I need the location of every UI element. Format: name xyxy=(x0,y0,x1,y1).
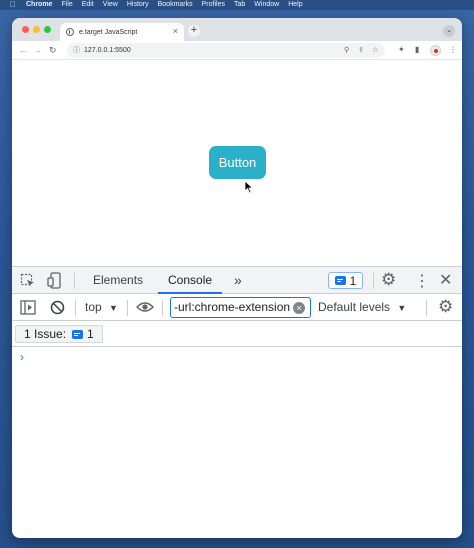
console-filter-input[interactable]: -url:chrome-extension xyxy=(170,297,311,318)
log-levels-select[interactable]: Default levels ▼ xyxy=(318,300,406,316)
tab-strip: e.target JavaScript × + ⌄ xyxy=(12,18,462,41)
side-panel-icon[interactable]: ▮ xyxy=(415,45,419,55)
reload-icon[interactable]: ↻ xyxy=(49,44,57,56)
caret-down-icon: ▼ xyxy=(109,303,118,313)
menubar-item-tab[interactable]: Tab xyxy=(234,0,245,10)
browser-window: e.target JavaScript × + ⌄ ← → ↻ ⓘ 127.0.… xyxy=(12,18,462,538)
menubar-item-file[interactable]: File xyxy=(61,0,72,10)
tab-close-icon[interactable]: × xyxy=(173,26,178,36)
clear-console-icon[interactable] xyxy=(50,300,65,315)
browser-tab[interactable]: e.target JavaScript × xyxy=(60,23,184,41)
window-zoom-button[interactable] xyxy=(44,26,51,33)
close-devtools-icon[interactable]: ✕ xyxy=(439,270,452,290)
toolbar-divider xyxy=(426,300,427,316)
new-tab-button[interactable]: + xyxy=(188,25,200,37)
mac-menubar:  Chrome File Edit View History Bookmark… xyxy=(0,0,474,10)
back-arrow-icon[interactable]: ← xyxy=(19,44,28,56)
site-info-icon[interactable]: ⓘ xyxy=(73,43,80,58)
issues-bar: 1 Issue: 1 xyxy=(12,321,462,347)
toolbar-divider xyxy=(75,300,76,316)
issues-chip-label: 1 Issue: xyxy=(24,327,67,341)
tab-console[interactable]: Console xyxy=(158,267,223,294)
toolbar-divider xyxy=(127,300,128,316)
tab-elements[interactable]: Elements xyxy=(93,267,143,294)
tab-search-chevron-icon[interactable]: ⌄ xyxy=(443,25,455,37)
bookmark-star-icon[interactable]: ☆ xyxy=(372,43,378,58)
menubar-item-help[interactable]: Help xyxy=(288,0,302,10)
execution-context-value: top xyxy=(85,300,102,314)
console-settings-gear-icon[interactable]: ⚙ xyxy=(438,297,453,317)
device-toolbar-icon[interactable] xyxy=(47,272,63,289)
devtools-tabbar: Elements Console » 1 ⚙ ⋮ ✕ xyxy=(12,267,462,294)
console-output[interactable]: › xyxy=(12,347,462,538)
toolbar-divider xyxy=(74,273,75,289)
window-minimize-button[interactable] xyxy=(33,26,40,33)
live-expression-eye-icon[interactable] xyxy=(136,301,154,313)
menubar-item-profiles[interactable]: Profiles xyxy=(202,0,225,10)
more-tabs-icon[interactable]: » xyxy=(234,267,242,294)
window-close-button[interactable] xyxy=(22,26,29,33)
issues-chip-count: 1 xyxy=(87,327,94,341)
apple-icon[interactable]:  xyxy=(10,0,20,10)
page-viewport: Button xyxy=(12,60,462,266)
execution-context-select[interactable]: top ▼ xyxy=(85,300,118,316)
menubar-item-edit[interactable]: Edit xyxy=(82,0,94,10)
share-icon[interactable]: ⇪ xyxy=(358,43,364,58)
console-filterbar: top ▼ -url:chrome-extension × Default le… xyxy=(12,294,462,321)
issues-counter-value: 1 xyxy=(349,273,357,288)
inspect-element-icon[interactable] xyxy=(20,273,36,289)
demo-button[interactable]: Button xyxy=(209,146,266,179)
kebab-menu-icon[interactable]: ⋮ xyxy=(449,45,457,55)
browser-toolbar: ← → ↻ ⓘ 127.0.0.1:5500 ⚲ ⇪ ☆ ✦ ▮ ⋮ xyxy=(12,41,462,60)
toolbar-divider xyxy=(162,300,163,316)
sidebar-toggle-icon[interactable] xyxy=(20,300,36,315)
globe-icon xyxy=(66,28,74,36)
menubar-item-view[interactable]: View xyxy=(103,0,118,10)
menubar-item-history[interactable]: History xyxy=(127,0,149,10)
tab-title: e.target JavaScript xyxy=(79,28,138,36)
mouse-cursor-icon xyxy=(244,180,254,194)
console-prompt-icon: › xyxy=(20,350,24,364)
forward-arrow-icon[interactable]: → xyxy=(33,44,42,56)
devtools-panel: Elements Console » 1 ⚙ ⋮ ✕ top ▼ -url:ch… xyxy=(12,266,462,538)
address-bar[interactable]: ⓘ 127.0.0.1:5500 ⚲ ⇪ ☆ xyxy=(67,43,385,58)
message-icon xyxy=(72,329,84,339)
devtools-menu-icon[interactable]: ⋮ xyxy=(414,271,430,291)
log-levels-value: Default levels xyxy=(318,300,391,314)
zoom-icon[interactable]: ⚲ xyxy=(344,43,349,58)
address-url: 127.0.0.1:5500 xyxy=(84,47,131,54)
extensions-icon[interactable]: ✦ xyxy=(398,45,405,55)
caret-down-icon: ▼ xyxy=(397,303,407,313)
message-icon xyxy=(334,276,346,285)
clear-filter-icon[interactable]: × xyxy=(293,302,305,314)
settings-gear-icon[interactable]: ⚙ xyxy=(381,270,396,290)
issues-counter-badge[interactable]: 1 xyxy=(328,272,363,289)
profile-avatar[interactable] xyxy=(430,45,441,56)
toolbar-divider xyxy=(373,273,374,289)
menubar-item-bookmarks[interactable]: Bookmarks xyxy=(158,0,193,10)
issues-chip[interactable]: 1 Issue: 1 xyxy=(15,325,103,343)
menubar-app-name[interactable]: Chrome xyxy=(26,0,52,10)
menubar-item-window[interactable]: Window xyxy=(254,0,279,10)
